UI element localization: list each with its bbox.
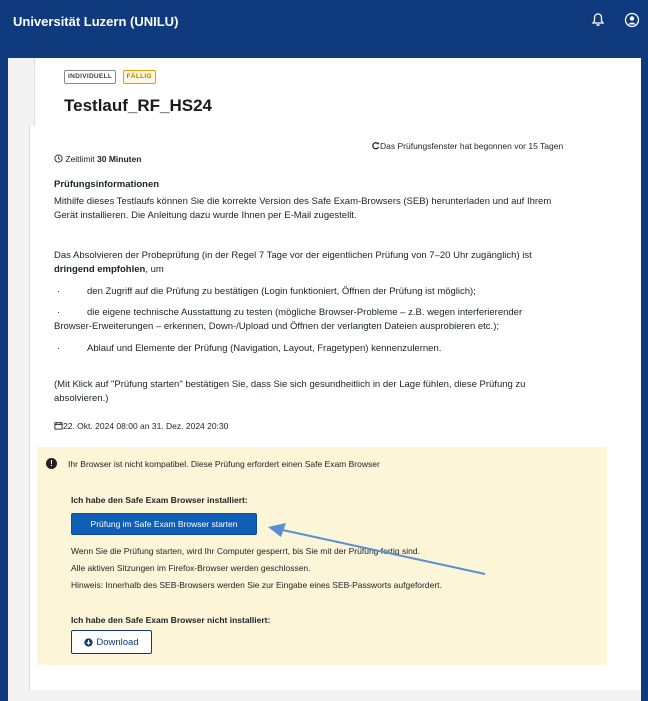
note-2: Alle aktiven Sitzungen im Firefox-Browse… — [71, 563, 311, 573]
badge-group: INDIVIDUELL FÄLLIG — [64, 70, 156, 88]
app-title[interactable]: Universität Luzern (UNILU) — [13, 14, 178, 29]
para1-line1: Mithilfe dieses Testlaufs können Sie die… — [54, 196, 552, 207]
assessment-header: INDIVIDUELL FÄLLIG Testlauf_RF_HS24 — [34, 58, 641, 126]
para2-rest: , um — [145, 264, 164, 275]
bullet-dot-1: · — [57, 286, 61, 297]
date-range-text: 22. Okt. 2024 08:00 an 31. Dez. 2024 20:… — [63, 421, 229, 431]
start-exam-seb-button[interactable]: Prüfung im Safe Exam Browser starten — [71, 513, 257, 535]
refresh-icon — [372, 142, 380, 150]
info-heading: Prüfungsinformationen — [54, 179, 160, 190]
clock-icon — [54, 154, 63, 163]
window-status-text: Das Prüfungsfenster hat begonnen vor 15 … — [380, 141, 564, 151]
not-installed-heading: Ich habe den Safe Exam Browser nicht ins… — [71, 615, 271, 625]
time-limit-value: 30 Minuten — [97, 154, 142, 164]
bullet-2-line2: Browser-Erweiterungen – erkennen, Down-/… — [54, 321, 499, 332]
browser-warning: Ihr Browser ist nicht kompatibel. Diese … — [68, 459, 380, 469]
note-1: Wenn Sie die Prüfung starten, wird Ihr C… — [71, 546, 420, 556]
para3-line1: (Mit Klick auf "Prüfung starten" bestäti… — [54, 379, 526, 390]
bullet-2-line1: die eigene technische Ausstattung zu tes… — [87, 307, 523, 318]
download-button[interactable]: Download — [71, 630, 152, 654]
installed-heading: Ich habe den Safe Exam Browser installie… — [71, 495, 248, 505]
page-title: Testlauf_RF_HS24 — [64, 96, 213, 115]
time-limit: Zeitlimit 30 Minuten — [54, 154, 141, 164]
bullet-1: den Zugriff auf die Prüfung zu bestätige… — [87, 286, 476, 297]
window-status: Das Prüfungsfenster hat begonnen vor 15 … — [371, 141, 563, 151]
para2-line2: dringend empfohlen, um — [54, 264, 164, 275]
exclamation-icon: ! — [46, 458, 57, 469]
top-navigation-bar: Universität Luzern (UNILU) — [0, 0, 648, 58]
para2-bold: dringend empfohlen — [54, 264, 146, 275]
calendar-icon — [54, 421, 63, 430]
bullet-dot-2: · — [57, 307, 61, 318]
para2-line1: Das Absolvieren der Probeprüfung (in der… — [54, 250, 532, 261]
time-limit-label: Zeitlimit — [65, 154, 95, 164]
badge-due: FÄLLIG — [122, 70, 156, 84]
seb-alert-box: ! Ihr Browser ist nicht kompatibel. Dies… — [37, 447, 607, 665]
bullet-3: Ablauf und Elemente der Prüfung (Navigat… — [87, 343, 442, 354]
download-icon — [84, 637, 94, 647]
right-border — [641, 58, 648, 701]
para3-line2: absolvieren.) — [54, 393, 109, 404]
user-icon[interactable] — [624, 12, 640, 28]
note-3: Hinweis: Innerhalb des SEB-Browsers werd… — [71, 580, 442, 590]
date-range: 22. Okt. 2024 08:00 an 31. Dez. 2024 20:… — [54, 421, 228, 431]
bullet-dot-3: · — [57, 343, 61, 354]
left-border — [0, 58, 8, 701]
para1-line2: Gerät installieren. Die Anleitung dazu w… — [54, 210, 357, 221]
badge-individual: INDIVIDUELL — [64, 70, 117, 84]
download-label: Download — [96, 636, 139, 648]
bell-icon[interactable] — [590, 12, 606, 28]
